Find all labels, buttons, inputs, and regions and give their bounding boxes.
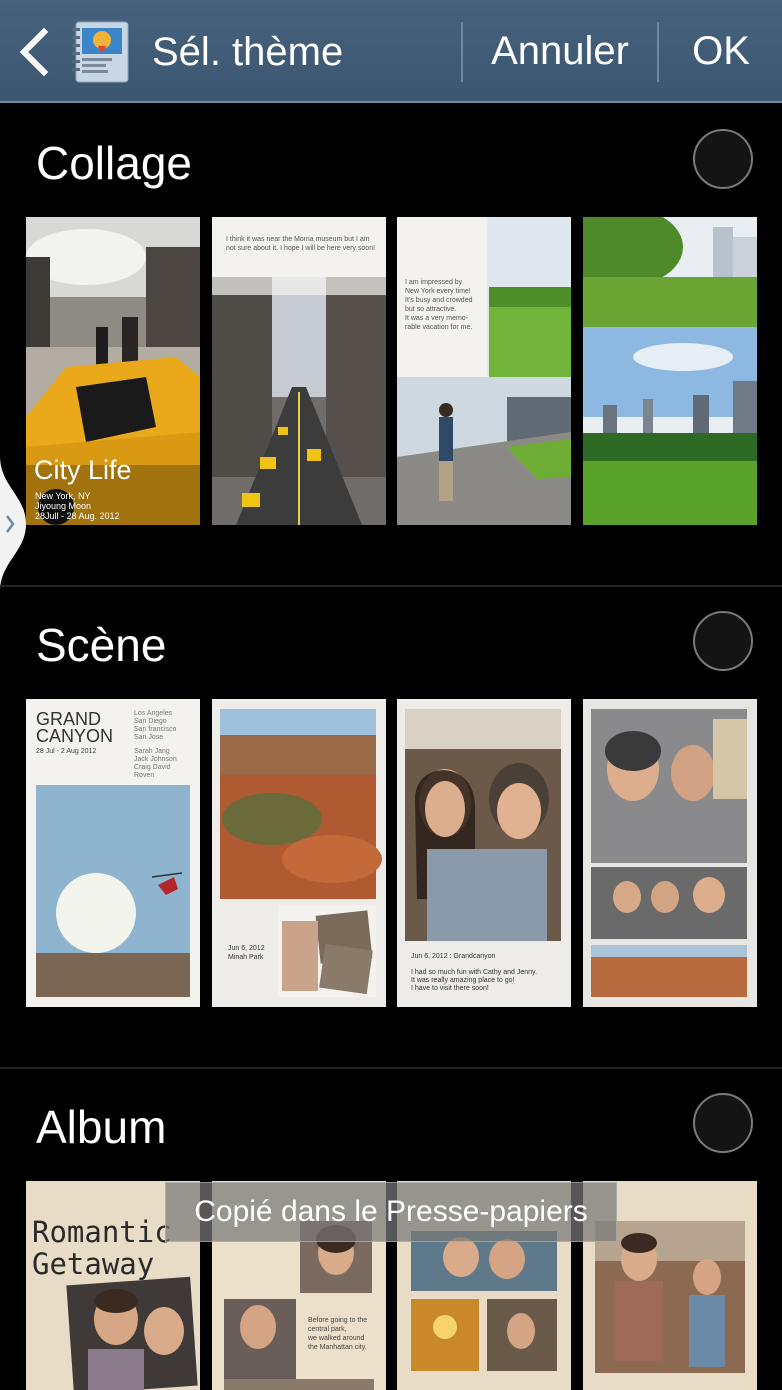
scene-name: Roven bbox=[134, 772, 155, 779]
album-text: the Manhattan city. bbox=[308, 1344, 367, 1351]
action-bar: Sél. thème Annuler OK bbox=[0, 0, 782, 103]
scene-date: Jun 6, 2012 bbox=[228, 945, 265, 952]
section-divider bbox=[0, 585, 782, 587]
section-divider bbox=[0, 1067, 782, 1069]
collage-thumb-1[interactable]: City Life New York, NY Jiyoung Moon 28Ju… bbox=[26, 217, 200, 525]
scene-thumb-3[interactable]: Jun 6, 2012 : Grandcanyon I had so much … bbox=[397, 699, 571, 1007]
cancel-button[interactable]: Annuler bbox=[464, 0, 656, 103]
scene-name: Craig David bbox=[134, 764, 171, 771]
album-text: Before going to the bbox=[308, 1317, 368, 1324]
scene-text: It was really amazing place to go! bbox=[411, 977, 515, 984]
screen-title: Sél. thème bbox=[152, 30, 344, 74]
album-text: we walked around bbox=[308, 1335, 365, 1342]
scene-date: Jun 6, 2012 : Grandcanyon bbox=[411, 953, 496, 960]
radio-album[interactable] bbox=[693, 1093, 753, 1153]
section-title-album: Album bbox=[36, 1101, 167, 1153]
collage-thumb-2[interactable]: I think it was near the Moma museum but … bbox=[212, 217, 386, 525]
radio-collage[interactable] bbox=[693, 129, 753, 189]
divider bbox=[657, 22, 659, 82]
back-arrow-icon[interactable] bbox=[14, 26, 54, 78]
collage-text: It's busy and crowded bbox=[405, 297, 473, 304]
section-title-scene: Scène bbox=[36, 619, 167, 671]
radio-scene[interactable] bbox=[693, 611, 753, 671]
collage-thumb-3[interactable]: I am impressed by New York every time! I… bbox=[397, 217, 571, 525]
album-title-line: Romantic bbox=[32, 1215, 172, 1249]
divider bbox=[461, 22, 463, 82]
scene-city: Los Angeles bbox=[134, 710, 173, 717]
scene-name: Jack Johnson bbox=[134, 756, 177, 763]
scene-city: San francisco bbox=[134, 726, 177, 733]
collage-text: I think it was near the Moma museum but … bbox=[226, 236, 370, 243]
scene-title-line: CANYON bbox=[36, 726, 114, 746]
collage-caption-line: Jiyoung Moon bbox=[35, 501, 92, 511]
scene-text: I have to visit there soon! bbox=[411, 985, 489, 992]
album-title-line: Getaway bbox=[32, 1247, 155, 1281]
scene-thumb-2[interactable]: Jun 6, 2012 Minah Park bbox=[212, 699, 386, 1007]
scene-thumb-4[interactable] bbox=[583, 699, 757, 1007]
scene-date: 28 Jul - 2 Aug 2012 bbox=[36, 748, 97, 755]
album-text: central park, bbox=[308, 1326, 347, 1333]
collage-text: rable vacation for me. bbox=[405, 324, 473, 331]
scene-city: San Jose bbox=[134, 734, 164, 741]
collage-caption: City Life bbox=[34, 455, 132, 485]
collage-caption-line: New York, NY bbox=[35, 491, 91, 501]
collage-text: It was a very memo- bbox=[405, 315, 469, 322]
collage-caption-line: 28Jull - 28 Aug. 2012 bbox=[35, 511, 120, 521]
collage-text: but so attractive. bbox=[405, 306, 457, 313]
toast-message: Copié dans le Presse-papiers bbox=[165, 1182, 617, 1242]
story-album-app-icon[interactable] bbox=[68, 20, 132, 84]
collage-text: not sure about it. I hope I will be here… bbox=[226, 245, 376, 252]
scene-name: Minah Park bbox=[228, 954, 264, 961]
scene-thumb-1[interactable]: GRAND CANYON 28 Jul - 2 Aug 2012 Los Ang… bbox=[26, 699, 200, 1007]
ok-button[interactable]: OK bbox=[660, 0, 782, 103]
scene-city: San Diego bbox=[134, 718, 167, 725]
collage-thumb-4[interactable] bbox=[583, 217, 757, 525]
collage-text: New York every time! bbox=[405, 288, 471, 295]
side-panel-handle[interactable] bbox=[0, 456, 30, 592]
collage-text: I am impressed by bbox=[405, 279, 463, 286]
scene-text: I had so much fun with Cathy and Jenny. bbox=[411, 969, 537, 976]
section-title-collage: Collage bbox=[36, 137, 192, 189]
scene-name: Sarah Jang bbox=[134, 748, 170, 755]
